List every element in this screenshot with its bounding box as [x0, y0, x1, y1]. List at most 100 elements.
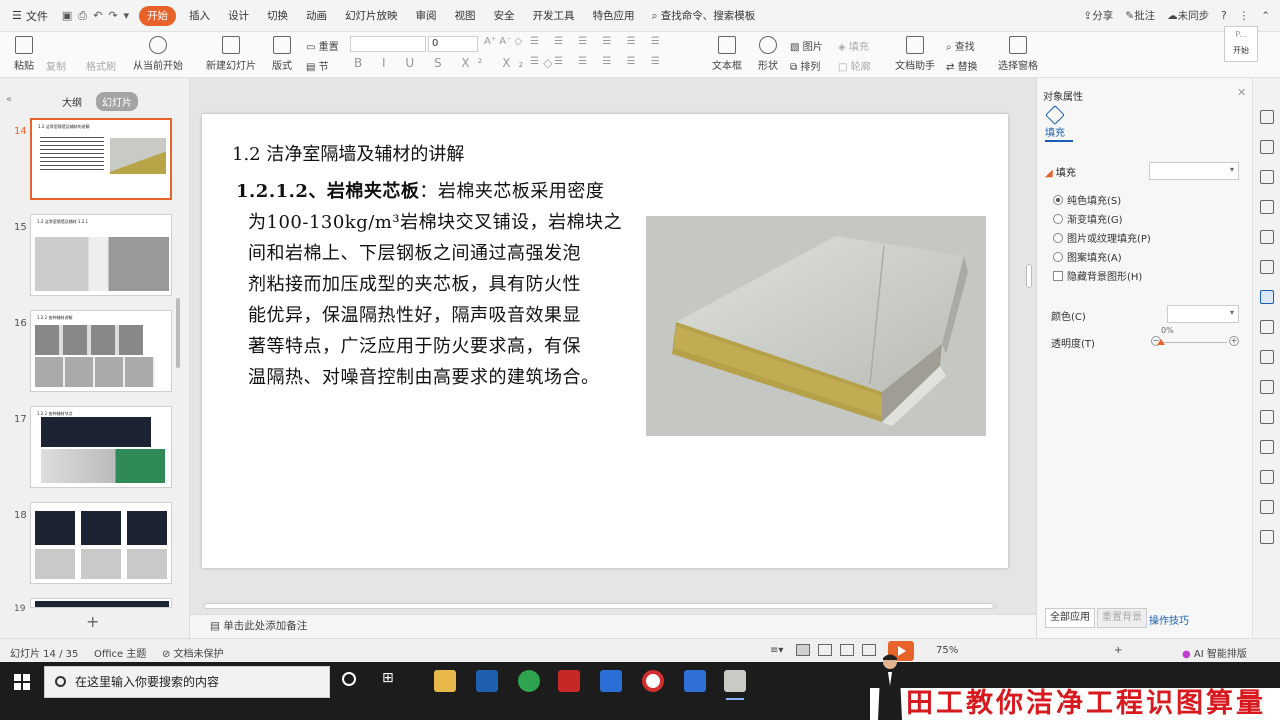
tab-design[interactable]: 设计 [219, 0, 258, 32]
autocad-icon[interactable] [558, 670, 580, 692]
picture-button[interactable]: ▧ 图片 [790, 38, 823, 53]
slide-thumbnail-18[interactable] [30, 502, 172, 584]
tab-view[interactable]: 视图 [446, 0, 485, 32]
increase-icon[interactable]: + [1229, 336, 1239, 346]
redo-icon[interactable]: ↷ [108, 9, 117, 23]
bookmark-icon[interactable] [1260, 200, 1274, 214]
file-menu[interactable]: ☰ 文件 [0, 8, 56, 24]
command-search[interactable]: ⌕ 查找命令、搜索模板 [644, 8, 764, 23]
fill-type-select[interactable] [1149, 162, 1239, 180]
print-icon[interactable]: ⎙ [78, 9, 87, 23]
tab-developer[interactable]: 开发工具 [524, 0, 584, 32]
floating-start-button[interactable]: P... 开始 [1224, 26, 1258, 62]
slide-sorter-icon[interactable] [818, 644, 832, 656]
color-select[interactable] [1167, 305, 1239, 323]
shapes-icon[interactable] [1260, 170, 1274, 184]
horizontal-scrollbar[interactable] [202, 602, 998, 610]
store-icon[interactable] [476, 670, 498, 692]
section-button[interactable]: ▤ 节 [306, 58, 329, 73]
pattern-fill-option[interactable]: 图案填充(A) [1053, 249, 1122, 264]
shape-button[interactable]: 形状 [754, 32, 782, 72]
font-size-select[interactable]: 0 [428, 36, 478, 52]
picture-fill-option[interactable]: 图片或纹理填充(P) [1053, 230, 1151, 245]
browser-icon[interactable] [518, 670, 540, 692]
outline-button[interactable]: □ 轮廓 [838, 58, 871, 73]
fill-button[interactable]: ◈ 填充 [838, 38, 869, 53]
slider-handle[interactable] [1157, 339, 1165, 345]
undo-icon[interactable]: ↶ [93, 9, 102, 23]
paragraph-buttons[interactable]: ☰ ☰ ☰ ☰ ☰ ☰ [530, 36, 666, 47]
fill-section-header[interactable]: ◢ 填充 [1045, 164, 1076, 179]
help-icon[interactable]: ? [1221, 10, 1227, 22]
paste-button[interactable]: 粘贴 [10, 32, 38, 72]
archive-icon[interactable] [1260, 380, 1274, 394]
save-icon[interactable]: ▣ [62, 9, 72, 23]
chart-icon[interactable] [1260, 260, 1274, 274]
history-icon[interactable] [1260, 470, 1274, 484]
task-view-icon[interactable]: ⊞ [382, 670, 394, 686]
slide-thumbnail-14[interactable]: 1.2 洁净室隔墙及辅材的讲解 [30, 118, 172, 200]
chevron-down-icon[interactable]: ▾ [124, 9, 130, 23]
align-buttons[interactable]: ☰ ☰ ☰ ☰ ☰ ☰ [530, 56, 666, 67]
tab-outline[interactable]: 大纲 [56, 92, 88, 111]
scrollbar-thumb[interactable] [204, 603, 994, 609]
wps-presentation-icon[interactable] [724, 670, 746, 700]
slide-body-text[interactable]: 1.2.1.2、岩棉夹芯板：岩棉夹芯板采用密度 为100-130kg/m³岩棉块… [236, 176, 642, 393]
help-circle-icon[interactable] [1260, 500, 1274, 514]
copy-icon[interactable] [1260, 140, 1274, 154]
collapse-panel-icon[interactable]: « [6, 94, 12, 105]
tips-link[interactable]: 操作技巧 [1149, 612, 1189, 627]
tab-transition[interactable]: 切换 [258, 0, 297, 32]
notes-area[interactable]: ▤ 单击此处添加备注 [190, 614, 1036, 638]
transparency-slider[interactable]: − 0% + [1151, 326, 1239, 350]
refresh-icon[interactable] [1260, 530, 1274, 544]
layers-icon[interactable] [1260, 320, 1274, 334]
copy-button[interactable]: 复制 [46, 58, 66, 73]
from-current-button[interactable]: 从当前开始 [132, 32, 184, 72]
hide-background-checkbox[interactable]: 隐藏背景图形(H) [1053, 268, 1142, 283]
wps-writer-icon[interactable] [600, 670, 622, 692]
slide-thumbnail-16[interactable]: 1.2.2 各种辅材讲解 [30, 310, 172, 392]
recorder-icon[interactable] [642, 670, 664, 692]
add-slide-icon[interactable]: + [86, 612, 99, 631]
tab-start[interactable]: 开始 [139, 5, 177, 26]
properties-icon[interactable] [1260, 290, 1274, 304]
slide-thumbnail-17[interactable]: 1.2.2 各种辅材节点 [30, 406, 172, 488]
textbox-button[interactable]: 文本框 [710, 32, 744, 72]
vertical-scrollbar-thumb[interactable] [1026, 264, 1032, 288]
font-grow-icon[interactable]: A⁺ A⁻ ◇ [484, 36, 522, 47]
notes-toggle-icon[interactable]: ≡▾ [770, 645, 783, 656]
share-button[interactable]: ⇪分享 [1083, 8, 1113, 23]
tab-fill[interactable]: 填充 [1045, 105, 1065, 139]
slide-title[interactable]: 1.2 洁净室隔墙及辅材的讲解 [232, 140, 464, 166]
reading-view-icon[interactable] [840, 644, 854, 656]
grid-icon[interactable] [1260, 230, 1274, 244]
panel-title[interactable]: 对象属性 [1043, 88, 1083, 103]
tab-insert[interactable]: 插入 [180, 0, 219, 32]
rock-wool-panel-image[interactable] [646, 216, 986, 436]
windows-start-icon[interactable] [14, 674, 30, 690]
doc-assistant-button[interactable]: 文档助手 [892, 32, 938, 72]
audio-icon[interactable] [1260, 440, 1274, 454]
thumbnail-scrollbar[interactable] [176, 298, 180, 368]
select-pane-button[interactable]: 选择窗格 [996, 32, 1040, 72]
font-family-select[interactable] [350, 36, 426, 52]
arrange-button[interactable]: ⧉ 排列 [790, 58, 820, 73]
gradient-fill-option[interactable]: 渐变填充(G) [1053, 211, 1123, 226]
slide-thumbnail-15[interactable]: 1.2 洁净室隔墙及辅材 1.2.1 [30, 214, 172, 296]
cursor-icon[interactable] [1260, 110, 1274, 124]
app-icon[interactable] [684, 670, 706, 692]
replace-button[interactable]: ⇄ 替换 [946, 58, 978, 73]
taskbar-search-box[interactable]: 在这里输入你要搜索的内容 [44, 666, 330, 698]
tab-slides[interactable]: 幻灯片 [96, 92, 138, 111]
close-icon[interactable]: ✕ [1237, 86, 1246, 99]
more-icon[interactable]: ⋮ [1239, 10, 1250, 22]
tab-review[interactable]: 审阅 [407, 0, 446, 32]
tab-animation[interactable]: 动画 [297, 0, 336, 32]
format-painter-button[interactable]: 格式刷 [86, 58, 116, 73]
find-button[interactable]: ⌕ 查找 [946, 38, 975, 53]
image-icon[interactable] [1260, 410, 1274, 424]
file-explorer-icon[interactable] [434, 670, 456, 692]
tab-slideshow[interactable]: 幻灯片放映 [336, 0, 407, 32]
tab-features[interactable]: 特色应用 [584, 0, 644, 32]
